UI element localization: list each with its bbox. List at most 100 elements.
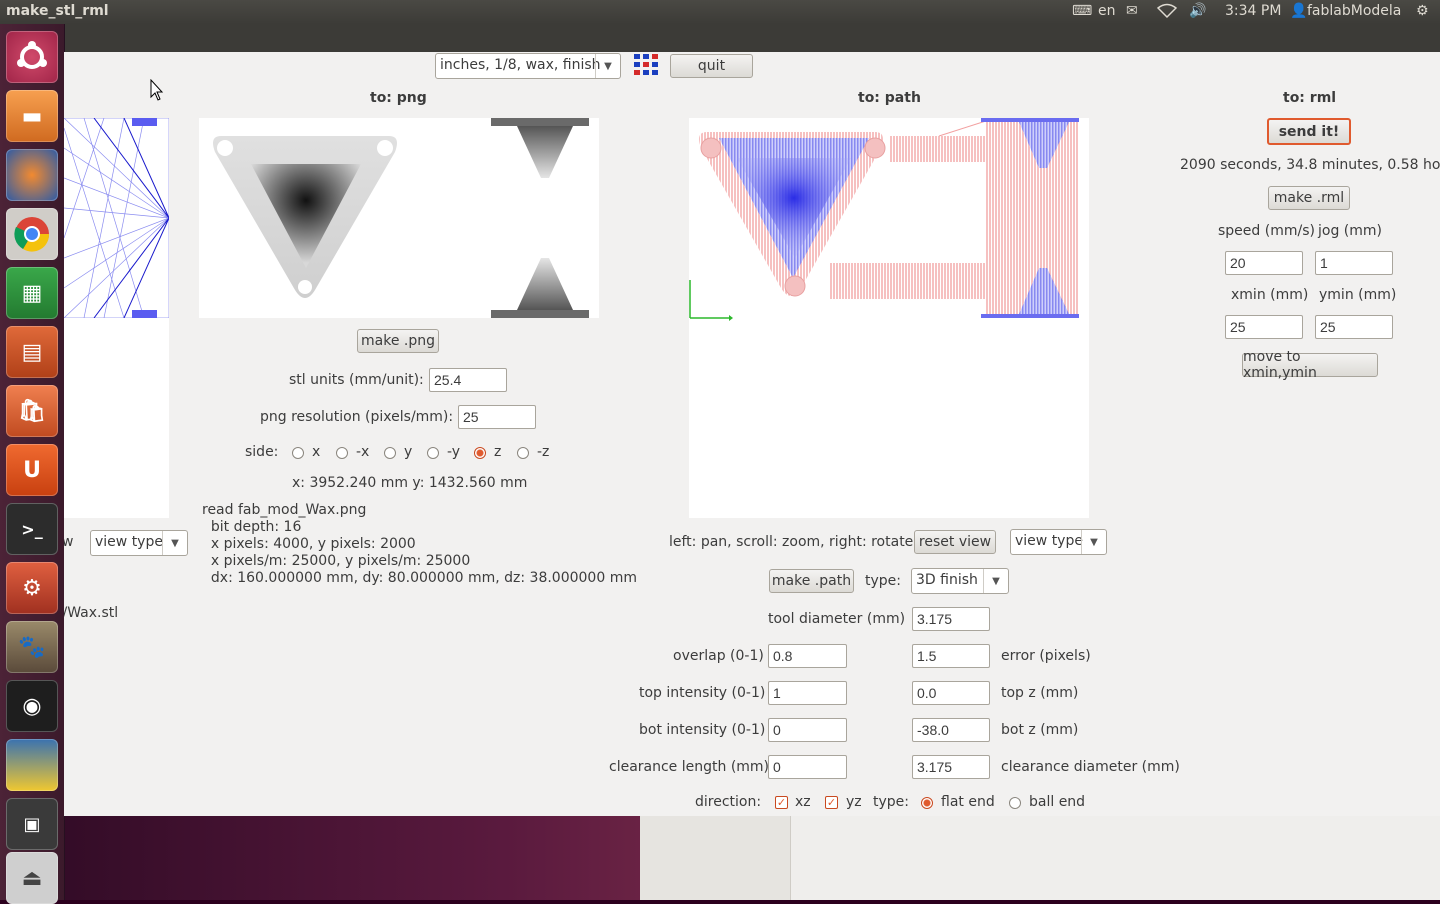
mail-icon[interactable]: ✉ [1126,3,1138,19]
gear-icon[interactable]: ⚙ [1416,3,1429,19]
side-neg-y-label: -y [447,444,461,460]
stl-units-input[interactable] [429,368,507,392]
reset-view-button[interactable]: reset view [914,530,996,554]
network-icon[interactable] [1156,3,1178,23]
side-x-radio[interactable] [292,447,304,459]
keyboard-layout[interactable]: en [1098,3,1116,19]
preset-select[interactable]: inches, 1/8, wax, finish ▼ [435,53,621,79]
quit-button[interactable]: quit [670,54,753,78]
bot-z-input[interactable] [912,718,990,742]
clearance-diameter-label: clearance diameter (mm) [1001,759,1180,775]
overlap-input[interactable] [768,644,847,668]
path-panel-title: to: path [858,90,921,106]
time-estimate: 2090 seconds, 34.8 minutes, 0.58 hours [1180,157,1440,173]
side-neg-y-radio[interactable] [427,447,439,459]
direction-yz-label: yz [846,794,862,810]
clearance-diameter-input[interactable] [912,755,990,779]
impress-icon[interactable]: ▤ [6,326,58,378]
software-center-icon[interactable]: 🛍 [6,385,58,437]
bot-intensity-input[interactable] [768,718,847,742]
make-rml-button[interactable]: make .rml [1268,186,1350,210]
workspaces-icon[interactable]: ▣ [6,798,58,850]
ball-end-radio[interactable] [1009,797,1021,809]
tool-diameter-label: tool diameter (mm) [768,611,906,627]
top-panel: make_stl_rml ⌨ en ✉ 🔊 3:34 PM 👤 fablabMo… [0,0,1440,24]
move-to-xmin-ymin-button[interactable]: move to xmin,ymin [1242,349,1378,381]
ymin-label: ymin (mm) [1319,287,1397,303]
user-name[interactable]: fablabModela [1307,3,1401,19]
png-info-line-2: bit depth: 16 [202,519,302,535]
png-info-line-3: x pixels: 4000, y pixels: 2000 [202,536,416,552]
python-icon[interactable] [6,739,58,791]
error-input[interactable] [912,644,990,668]
rml-panel-title: to: rml [1283,90,1337,106]
png-info-line-4: x pixels/m: 25000, y pixels/m: 25000 [202,553,471,569]
xmin-input[interactable] [1225,315,1303,339]
clearance-length-input[interactable] [768,755,847,779]
left-view-type-value: view type [95,534,163,550]
chevron-down-icon: ▼ [595,54,620,78]
top-intensity-input[interactable] [768,681,847,705]
direction-xz-checkbox[interactable]: ✓ [775,796,788,809]
user-icon[interactable]: 👤 [1290,3,1307,19]
direction-xz-label: xz [795,794,811,810]
usb-icon[interactable]: ⏏ [6,852,58,904]
gimp-icon[interactable]: 🐾 [6,621,58,673]
calc-icon[interactable]: ▦ [6,267,58,319]
ubuntu-one-icon[interactable]: U [6,444,58,496]
side-neg-z-radio[interactable] [517,447,529,459]
preset-value: inches, 1/8, wax, finish [440,57,601,73]
side-label: side: [245,444,279,460]
camera-icon[interactable]: ◉ [6,680,58,732]
firefox-icon[interactable] [6,149,58,201]
clock[interactable]: 3:34 PM [1225,3,1281,19]
side-z-label: z [494,444,502,460]
top-z-input[interactable] [912,681,990,705]
bot-z-label: bot z (mm) [1001,722,1079,738]
side-y-label: y [404,444,413,460]
window-titlebar[interactable] [64,24,1440,52]
path-type-select[interactable]: 3D finish ▼ [911,568,1009,594]
path-view-canvas[interactable] [689,118,1089,518]
side-y-radio[interactable] [384,447,396,459]
flat-end-radio[interactable] [921,797,933,809]
side-neg-x-label: -x [356,444,370,460]
speed-input[interactable] [1225,251,1303,275]
tool-diameter-input[interactable] [912,607,990,631]
fab-modules-logo-icon[interactable] [633,53,659,77]
chevron-down-icon: ▼ [983,569,1008,593]
jog-input[interactable] [1315,251,1393,275]
path-view-type-select[interactable]: view type ▼ [1010,529,1107,555]
chrome-icon[interactable] [6,208,58,260]
png-coords: x: 3952.240 mm y: 1432.560 mm [292,475,528,491]
ubuntu-icon[interactable] [6,31,58,83]
jog-label: jog (mm) [1318,223,1382,239]
bot-intensity-label: bot intensity (0-1) [639,722,766,738]
system-settings-icon[interactable]: ⚙ [6,562,58,614]
terminal-icon[interactable]: >_ [6,503,58,555]
ymin-input[interactable] [1315,315,1393,339]
chevron-down-icon: ▼ [162,531,187,555]
side-neg-x-radio[interactable] [336,447,348,459]
volume-icon[interactable]: 🔊 [1189,3,1206,19]
top-intensity-label: top intensity (0-1) [639,685,766,701]
direction-yz-checkbox[interactable]: ✓ [825,796,838,809]
keyboard-icon[interactable]: ⌨ [1072,3,1092,19]
view-partial-label: w [64,534,74,550]
direction-label: direction: [695,794,762,810]
side-x-label: x [312,444,321,460]
send-it-button[interactable]: send it! [1267,118,1351,145]
stl-view-canvas[interactable] [64,117,170,518]
make-path-button[interactable]: make .path [769,569,854,593]
make-png-button[interactable]: make .png [357,329,439,353]
png-resolution-input[interactable] [458,405,536,429]
left-view-type-select[interactable]: view type ▼ [90,530,188,556]
path-nav-hint: left: pan, scroll: zoom, right: rotate [669,534,914,550]
overlap-label: overlap (0-1) [673,648,764,664]
stl-path-label: fab_mod/Wax.stl [64,605,119,621]
png-panel-title: to: png [370,90,427,106]
path-type-label: type: [865,573,901,589]
files-icon[interactable]: ▬ [6,90,58,142]
side-z-radio[interactable] [474,447,486,459]
stl-units-label: stl units (mm/unit): [289,372,424,388]
